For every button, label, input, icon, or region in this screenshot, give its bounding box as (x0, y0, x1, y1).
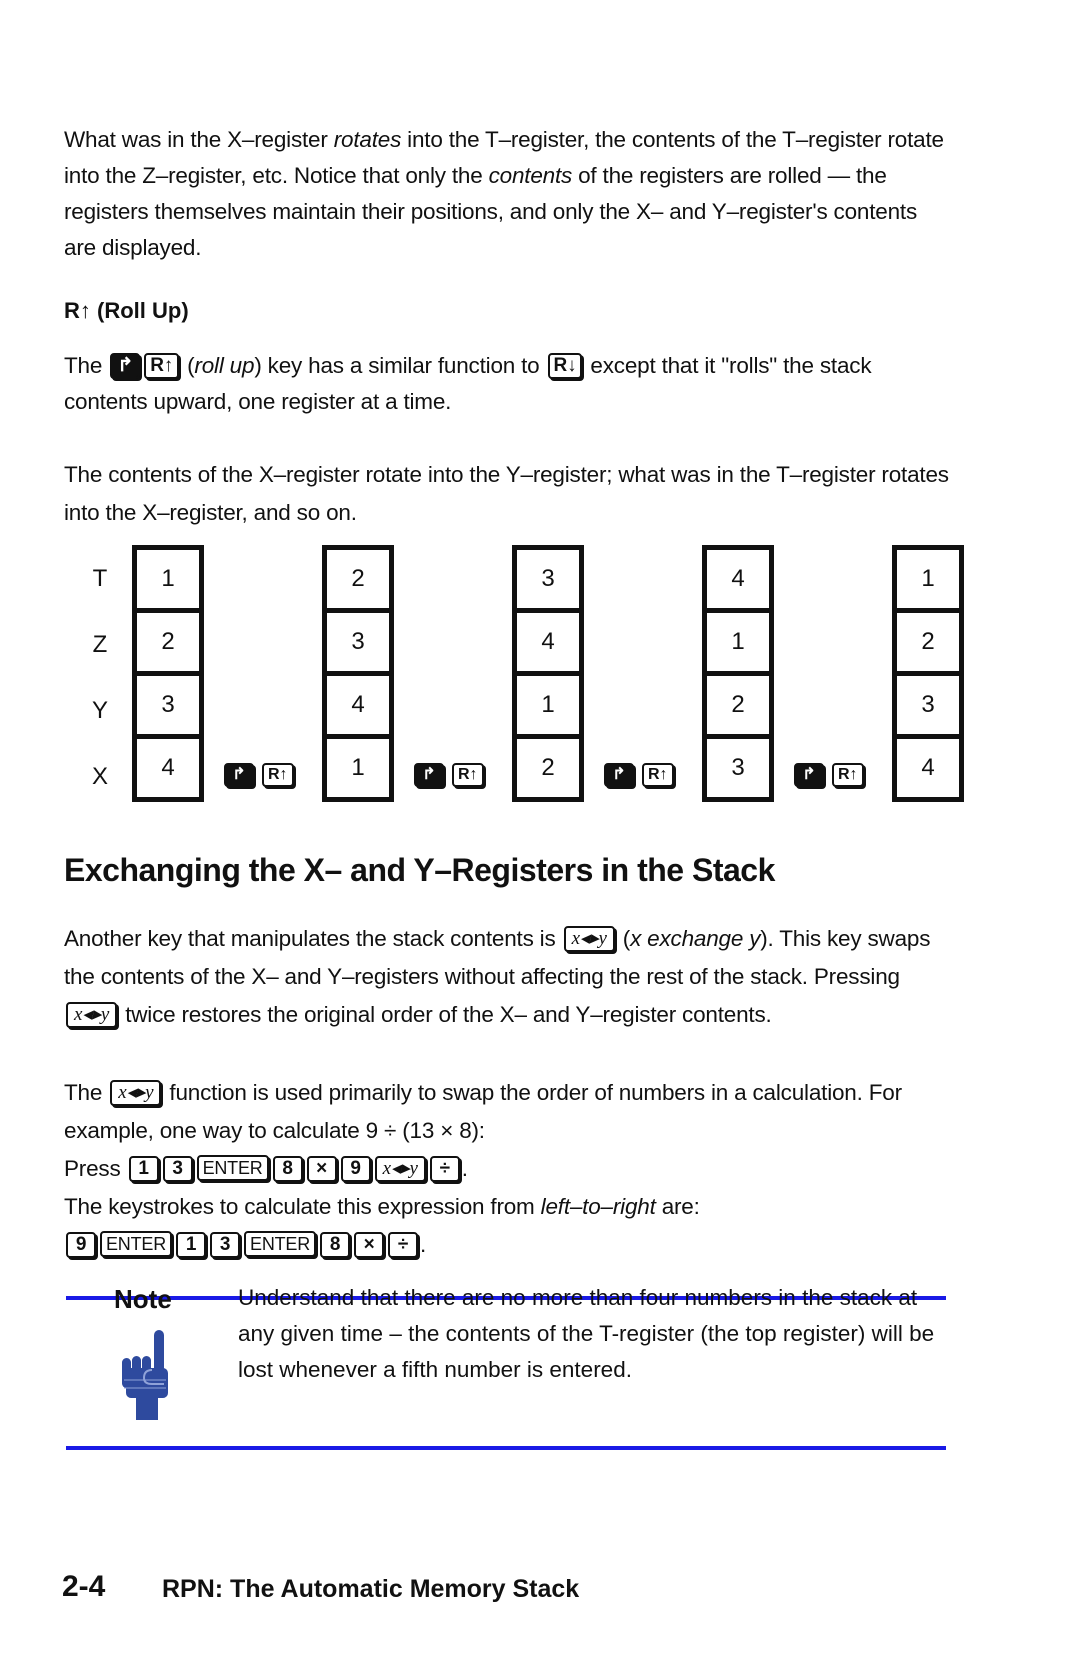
paragraph-left-to-right: The keystrokes to calculate this express… (64, 1188, 954, 1264)
text: twice restores the original order of the… (119, 1002, 772, 1027)
stack-cell: 3 (702, 734, 774, 802)
calculator-key-icon: × (306, 1156, 337, 1182)
stack-cell: 2 (702, 671, 774, 734)
stack-column: 1234 (132, 545, 204, 802)
calculator-key-icon: 8 (272, 1156, 303, 1182)
keystroke-sequence: 9 ENTER 1 3 ENTER 8 × ÷ (64, 1231, 420, 1258)
calculator-key-icon: 9 (66, 1232, 96, 1258)
stack-column: 2341 (322, 545, 394, 802)
section-heading: Exchanging the X– and Y–Registers in the… (64, 852, 775, 888)
emphasis: rotates (333, 127, 402, 152)
stack-column: 4123 (702, 545, 774, 802)
text: Press (64, 1156, 127, 1181)
roll-up-step: ↱ R↑ (222, 763, 296, 787)
stack-cell: 4 (892, 734, 964, 802)
calculator-key-icon: ÷ (388, 1232, 419, 1258)
roll-up-step: ↱ R↑ (412, 763, 486, 787)
emphasis: roll up (194, 353, 255, 378)
calculator-key-icon: ENTER (244, 1231, 317, 1257)
stack-cell: 3 (132, 671, 204, 734)
calculator-key-icon: ÷ (429, 1156, 460, 1182)
chapter-title: RPN: The Automatic Memory Stack (162, 1575, 580, 1603)
emphasis: contents (488, 163, 573, 188)
text: . (461, 1156, 468, 1181)
note-bottom-rule (66, 1446, 946, 1450)
emphasis: left–to–right (540, 1194, 656, 1219)
text: Another key that manipulates the stack c… (64, 926, 562, 951)
calculator-key-icon: 3 (162, 1156, 193, 1182)
text: key has a similar function to (261, 353, 546, 378)
calculator-key-icon: 9 (340, 1156, 371, 1182)
stack-cell: 1 (512, 671, 584, 734)
calculator-key-icon: 1 (176, 1232, 207, 1258)
roll-down-key-icon: R↓ (547, 353, 583, 379)
roll-up-key-icon: R↑ (262, 763, 294, 787)
page-number: 2-4 (62, 1570, 106, 1603)
stack-cell: 1 (322, 734, 394, 802)
roll-up-heading: R↑ (Roll Up) (64, 298, 189, 323)
text: . (420, 1232, 427, 1257)
stack-cell: 3 (322, 608, 394, 671)
stack-diagram: T Z Y X 1 2 3 4 ↱ R↑ 2 3 4 1 ↱ R↑ 3 4 1 2 ↱ R↑ 4 1 2 3 ↱ R↑ 1 2 3 4 (0, 545, 1080, 825)
pointing-hand-icon (118, 1330, 180, 1425)
paragraph-xy-exchange: Another key that manipulates the stack c… (64, 920, 954, 1034)
stack-cell: 1 (892, 545, 964, 608)
text: are: (655, 1194, 700, 1219)
text: The (64, 353, 103, 378)
calculator-key-icon: 3 (210, 1232, 241, 1258)
stack-cell: 3 (892, 671, 964, 734)
x-exchange-y-key-icon: x◂▸y (110, 1080, 162, 1106)
shift-key-icon: ↱ (414, 763, 444, 787)
paragraph-roll-up: The ↱ R↑ (roll up) key has a similar func… (64, 353, 872, 414)
shift-key-icon: ↱ (604, 763, 634, 787)
stack-cell: 1 (132, 545, 204, 608)
stack-cell: 2 (892, 608, 964, 671)
stack-cell: 3 (512, 545, 584, 608)
keystroke-sequence: 1 3 ENTER 8 × 9 x◂▸y ÷ (127, 1155, 462, 1182)
roll-up-step: ↱ R↑ (792, 763, 866, 787)
stack-cell: 4 (132, 734, 204, 802)
paragraph-roll-down-explanation: What was in the X–register rotates into … (64, 122, 954, 266)
register-label-t: T (92, 565, 108, 592)
calculator-key-icon: x◂▸y (374, 1156, 426, 1182)
register-label-z: Z (92, 631, 108, 658)
stack-cell: 2 (132, 608, 204, 671)
shift-key-icon: ↱ (224, 763, 254, 787)
x-exchange-y-key-icon: x◂▸y (66, 1002, 118, 1028)
calculator-key-icon: 8 (320, 1232, 351, 1258)
calculator-key-icon: ENTER (196, 1155, 269, 1181)
register-label-y: Y (91, 697, 108, 724)
text: ( (616, 926, 631, 951)
text: The (64, 1080, 109, 1105)
roll-up-key-icon: R↑ (144, 353, 180, 379)
stack-cell: 4 (322, 671, 394, 734)
calculator-key-icon: ENTER (100, 1231, 173, 1257)
text: What was in the X–register (64, 127, 334, 152)
stack-cell: 4 (702, 545, 774, 608)
roll-up-key-icon: R↑ (452, 763, 484, 787)
calculator-key-icon: × (354, 1232, 385, 1258)
x-exchange-y-key-icon: x◂▸y (563, 926, 615, 952)
stack-column: 1234 (892, 545, 964, 802)
roll-up-key-icon: R↑ (642, 763, 674, 787)
roll-up-step: ↱ R↑ (602, 763, 676, 787)
shift-key-icon: ↱ (110, 353, 141, 379)
shift-key-icon: ↱ (794, 763, 824, 787)
note-title: Note (114, 1284, 172, 1314)
emphasis: x exchange y (630, 926, 761, 951)
stack-cell: 2 (512, 734, 584, 802)
register-label-x: X (91, 763, 108, 790)
text: function is used primarily to swap the o… (64, 1080, 902, 1143)
stack-cell: 4 (512, 608, 584, 671)
stack-cell: 1 (702, 608, 774, 671)
paragraph-example: The x◂▸y function is used primarily to s… (64, 1074, 954, 1188)
calculator-key-icon: 1 (128, 1156, 159, 1182)
paragraph-rotation: The contents of the X–register rotate in… (64, 462, 949, 525)
note-text: Understand that there are no more than f… (238, 1285, 935, 1382)
text: The keystrokes to calculate this express… (64, 1194, 541, 1219)
stack-cell: 2 (322, 545, 394, 608)
stack-column: 3412 (512, 545, 584, 802)
roll-up-key-icon: R↑ (832, 763, 864, 787)
